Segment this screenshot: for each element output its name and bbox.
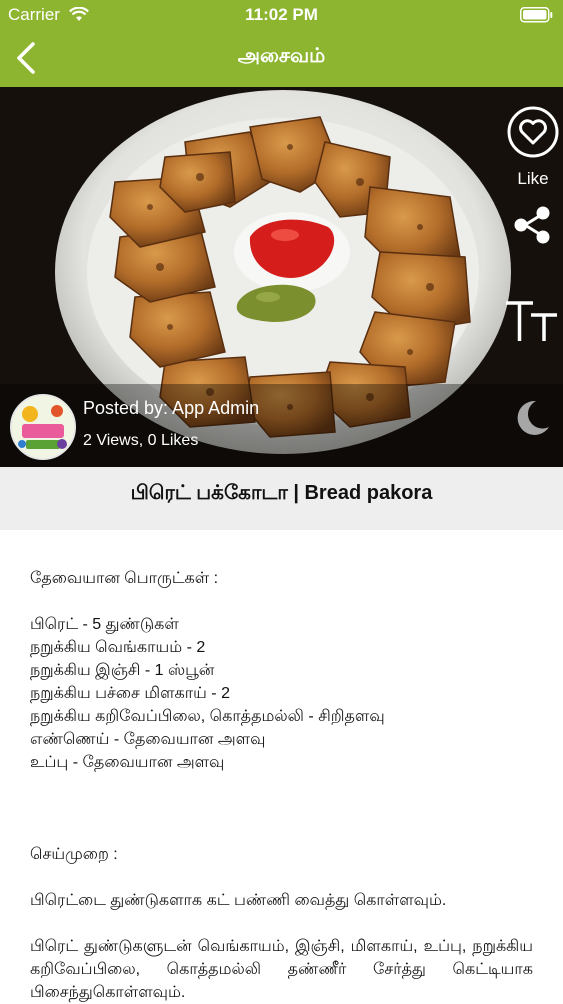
recipe-content: தேவையான பொருட்கள் : பிரெட் - 5 துண்டுகள்… (30, 567, 533, 1004)
like-button[interactable]: Like (503, 102, 563, 189)
status-time: 11:02 PM (245, 5, 318, 24)
ingredient-item: நறுக்கிய கறிவேப்பிலை, கொத்தமல்லி - சிறித… (30, 708, 385, 725)
heart-icon (507, 106, 559, 158)
like-label: Like (517, 169, 549, 188)
ingredient-item: எண்ணெய் - தேவையான அளவு (30, 731, 266, 748)
page-title: அசைவம் (237, 45, 326, 67)
author-bar: Posted by: App Admin 2 Views, 0 Likes (0, 384, 563, 467)
sweet-snack-logo (12, 396, 74, 458)
recipe-hero: Like Posted by: App Admin 2 Views, 0 Lik… (0, 87, 563, 467)
ingredient-item: நறுக்கிய இஞ்சி - 1 ஸ்பூன் (30, 662, 215, 679)
navigation-bar: அசைவம் (0, 30, 563, 87)
avatar[interactable] (10, 394, 76, 460)
view-like-stats: 2 Views, 0 Likes (83, 432, 199, 449)
share-icon (514, 206, 550, 244)
status-bar: Carrier 11:02 PM (0, 0, 563, 30)
recipe-title-band: பிரெட் பக்கோடா | Bread pakora (0, 467, 563, 530)
ingredient-item: பிரெட் - 5 துண்டுகள் (30, 616, 179, 633)
battery-icon (520, 7, 553, 28)
ingredient-item: நறுக்கிய வெங்காயம் - 2 (30, 639, 206, 656)
ingredient-item: நறுக்கிய பச்சை மிளகாய் - 2 (30, 685, 230, 702)
method-step: பிரெட்டை துண்டுகளாக கட் பண்ணி வைத்து கொள… (30, 892, 447, 909)
method-step: பிரெட் துண்டுகளுடன் வெங்காயம், இஞ்சி, மி… (30, 938, 533, 1001)
text-size-icon (506, 301, 557, 341)
recipe-title: பிரெட் பக்கோடா | Bread pakora (130, 482, 433, 504)
text-size-button[interactable] (503, 297, 563, 352)
posted-by: Posted by: App Admin (83, 398, 260, 418)
ingredient-item: உப்பு - தேவையான அளவு (30, 754, 225, 771)
method-heading: செய்முறை : (30, 846, 118, 863)
share-button[interactable] (503, 200, 563, 255)
ingredients-heading: தேவையான பொருட்கள் : (30, 570, 219, 587)
